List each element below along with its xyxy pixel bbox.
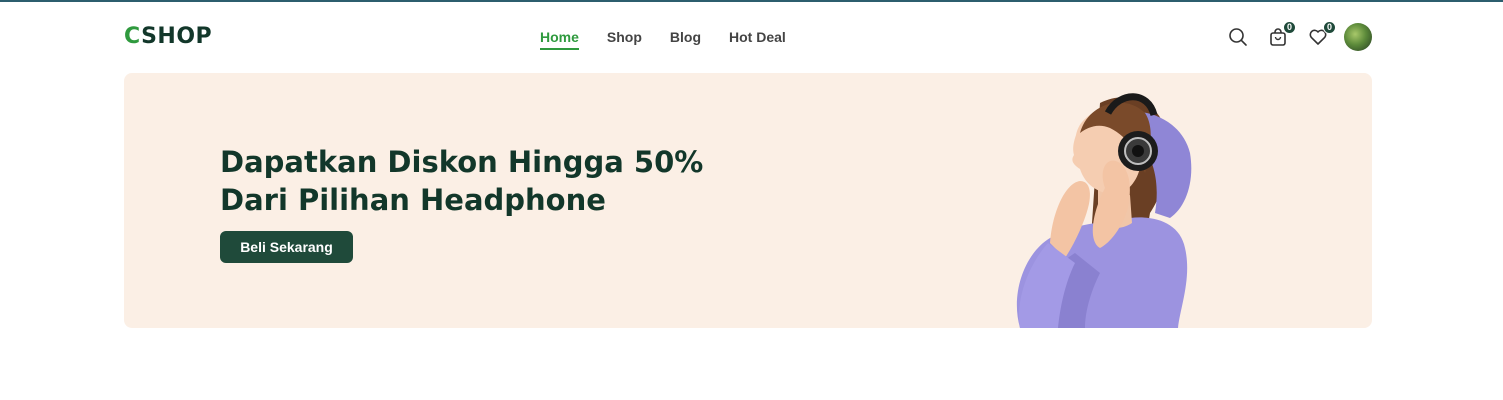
logo-text: SHOP — [141, 24, 213, 49]
user-avatar[interactable] — [1344, 23, 1372, 51]
headphone-model-image — [1016, 93, 1192, 328]
cart-button[interactable]: 0 — [1266, 21, 1296, 49]
search-button[interactable] — [1226, 25, 1250, 49]
nav-shop[interactable]: Shop — [607, 29, 642, 50]
banner-headline: Dapatkan Diskon Hingga 50% Dari Pilihan … — [220, 145, 704, 217]
cart-count-badge: 0 — [1283, 21, 1296, 34]
wishlist-button[interactable]: 0 — [1306, 21, 1336, 49]
promo-banner: Dapatkan Diskon Hingga 50% Dari Pilihan … — [124, 73, 1372, 328]
nav-home[interactable]: Home — [540, 29, 579, 50]
nav-blog[interactable]: Blog — [670, 29, 701, 50]
logo[interactable]: CSHOP — [124, 24, 212, 49]
top-accent-line — [0, 0, 1503, 2]
main-nav: Home Shop Blog Hot Deal — [540, 29, 814, 50]
buy-now-button[interactable]: Beli Sekarang — [220, 231, 353, 263]
site-header: CSHOP Home Shop Blog Hot Deal 0 0 — [124, 18, 1372, 58]
nav-hot-deal[interactable]: Hot Deal — [729, 29, 786, 50]
header-actions: 0 0 — [1210, 21, 1372, 51]
logo-letter-c: C — [124, 24, 142, 49]
search-icon — [1229, 28, 1247, 46]
wishlist-count-badge: 0 — [1323, 21, 1336, 34]
